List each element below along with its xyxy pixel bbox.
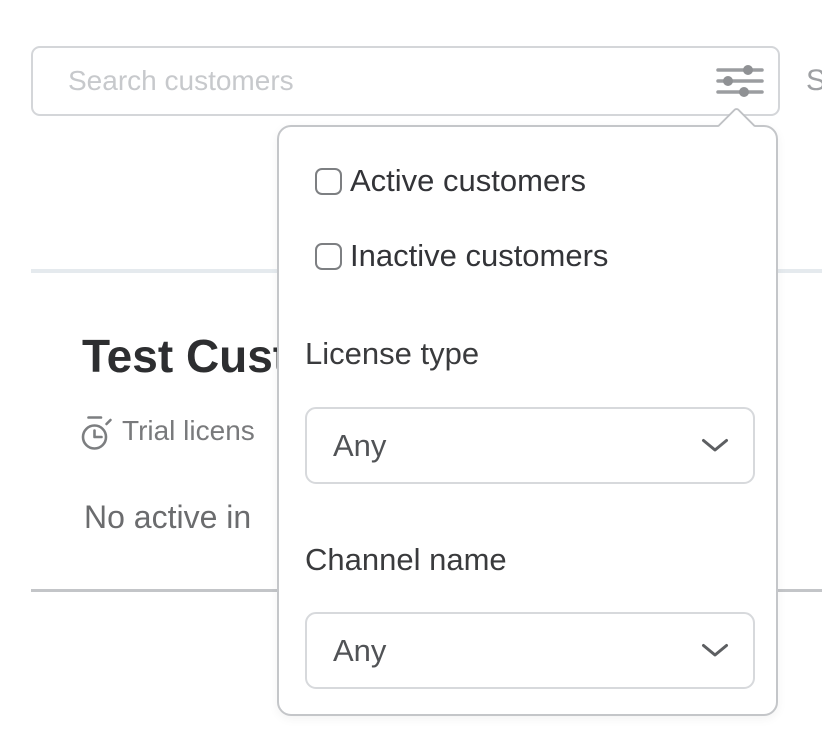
- inactive-customers-checkbox[interactable]: [315, 243, 342, 270]
- license-type-select[interactable]: Any: [305, 407, 755, 484]
- checkbox-row-active-customers[interactable]: Active customers: [315, 163, 586, 199]
- customers-page: S Test Cust Trial licens No active in Ac…: [0, 0, 822, 756]
- customer-name-heading: Test Cust: [82, 329, 278, 383]
- customer-status-text: No active in: [84, 499, 278, 536]
- chevron-down-icon: [701, 643, 729, 658]
- checkbox-row-inactive-customers[interactable]: Inactive customers: [315, 238, 608, 274]
- checkbox-label: Inactive customers: [350, 238, 608, 274]
- checkbox-label: Active customers: [350, 163, 586, 199]
- filter-button[interactable]: [708, 54, 772, 108]
- license-type-label: License type: [305, 336, 479, 372]
- sort-label[interactable]: S: [806, 64, 822, 98]
- filter-popover: Active customers Inactive customers Lice…: [277, 125, 778, 716]
- search-box: [31, 46, 780, 116]
- channel-name-select[interactable]: Any: [305, 612, 755, 689]
- stopwatch-icon: [80, 410, 114, 452]
- filter-sliders-icon: [716, 64, 764, 98]
- active-customers-checkbox[interactable]: [315, 168, 342, 195]
- search-input[interactable]: [33, 48, 708, 114]
- trial-license-text: Trial licens: [122, 415, 255, 447]
- channel-name-label: Channel name: [305, 542, 507, 578]
- chevron-down-icon: [701, 438, 729, 453]
- trial-license-badge: Trial licens: [80, 410, 255, 452]
- channel-name-value: Any: [333, 633, 386, 669]
- popover-content: Active customers Inactive customers Lice…: [279, 127, 776, 714]
- license-type-value: Any: [333, 428, 386, 464]
